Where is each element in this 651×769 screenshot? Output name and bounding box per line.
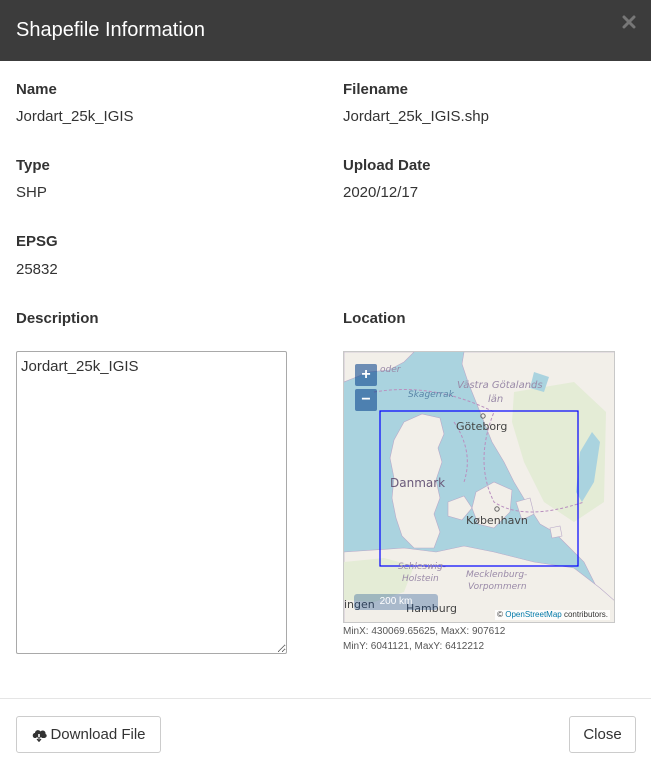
name-value: Jordart_25k_IGIS: [16, 108, 134, 125]
map-label-mecklenburg: Mecklenburg-: [466, 570, 527, 580]
map-label-schleswig: Schleswig-: [398, 562, 446, 572]
map-canvas: oder Skagerrak Västra Götalands län Göte…: [344, 352, 614, 622]
description-label: Description: [16, 310, 99, 327]
location-label: Location: [343, 310, 406, 327]
map-attribution: © OpenStreetMap contributors.: [495, 610, 610, 620]
modal-header: Shapefile Information: [0, 0, 651, 61]
download-file-label: Download File: [50, 726, 146, 743]
filename-value: Jordart_25k_IGIS.shp: [343, 108, 489, 125]
epsg-value: 25832: [16, 261, 58, 278]
upload-date-value: 2020/12/17: [343, 184, 419, 201]
upload-date-label: Upload Date: [343, 157, 431, 174]
shapefile-info-modal: Shapefile Information Name Jordart_25k_I…: [0, 0, 651, 769]
close-icon[interactable]: [621, 14, 637, 30]
zoom-in-button[interactable]: +: [355, 364, 377, 386]
footer-divider: [0, 698, 651, 699]
location-map[interactable]: oder Skagerrak Västra Götalands län Göte…: [343, 351, 615, 623]
type-label: Type: [16, 157, 50, 174]
download-file-button[interactable]: Download File: [16, 716, 161, 753]
map-label-danmark: Danmark: [390, 476, 445, 490]
map-label-oder: oder: [380, 365, 402, 375]
map-label-vorpommern: Vorpommern: [468, 582, 527, 592]
extent-x-text: MinX: 430069.65625, MaxX: 907612: [343, 626, 506, 637]
map-label-vastra: Västra Götalands: [457, 380, 543, 391]
openstreetmap-link[interactable]: OpenStreetMap: [505, 610, 561, 619]
cloud-download-icon: [31, 720, 48, 755]
map-label-lan: län: [488, 394, 503, 405]
close-button[interactable]: Close: [569, 716, 636, 753]
filename-label: Filename: [343, 81, 409, 98]
modal-title: Shapefile Information: [16, 19, 206, 41]
map-label-skagerrak: Skagerrak: [408, 390, 455, 400]
epsg-label: EPSG: [16, 233, 58, 250]
type-value: SHP: [16, 184, 47, 201]
attribution-prefix: ©: [497, 610, 504, 619]
name-label: Name: [16, 81, 57, 98]
map-scale-bar: 200 km: [354, 594, 438, 610]
description-textarea[interactable]: Jordart_25k_IGIS: [16, 351, 287, 654]
map-label-holstein: Holstein: [402, 574, 439, 584]
map-label-goteborg: Göteborg: [456, 420, 507, 433]
attribution-suffix: contributors.: [563, 610, 608, 619]
map-label-kobenhavn: København: [466, 514, 528, 527]
extent-y-text: MinY: 6041121, MaxY: 6412212: [343, 641, 485, 652]
zoom-out-button[interactable]: −: [355, 389, 377, 411]
